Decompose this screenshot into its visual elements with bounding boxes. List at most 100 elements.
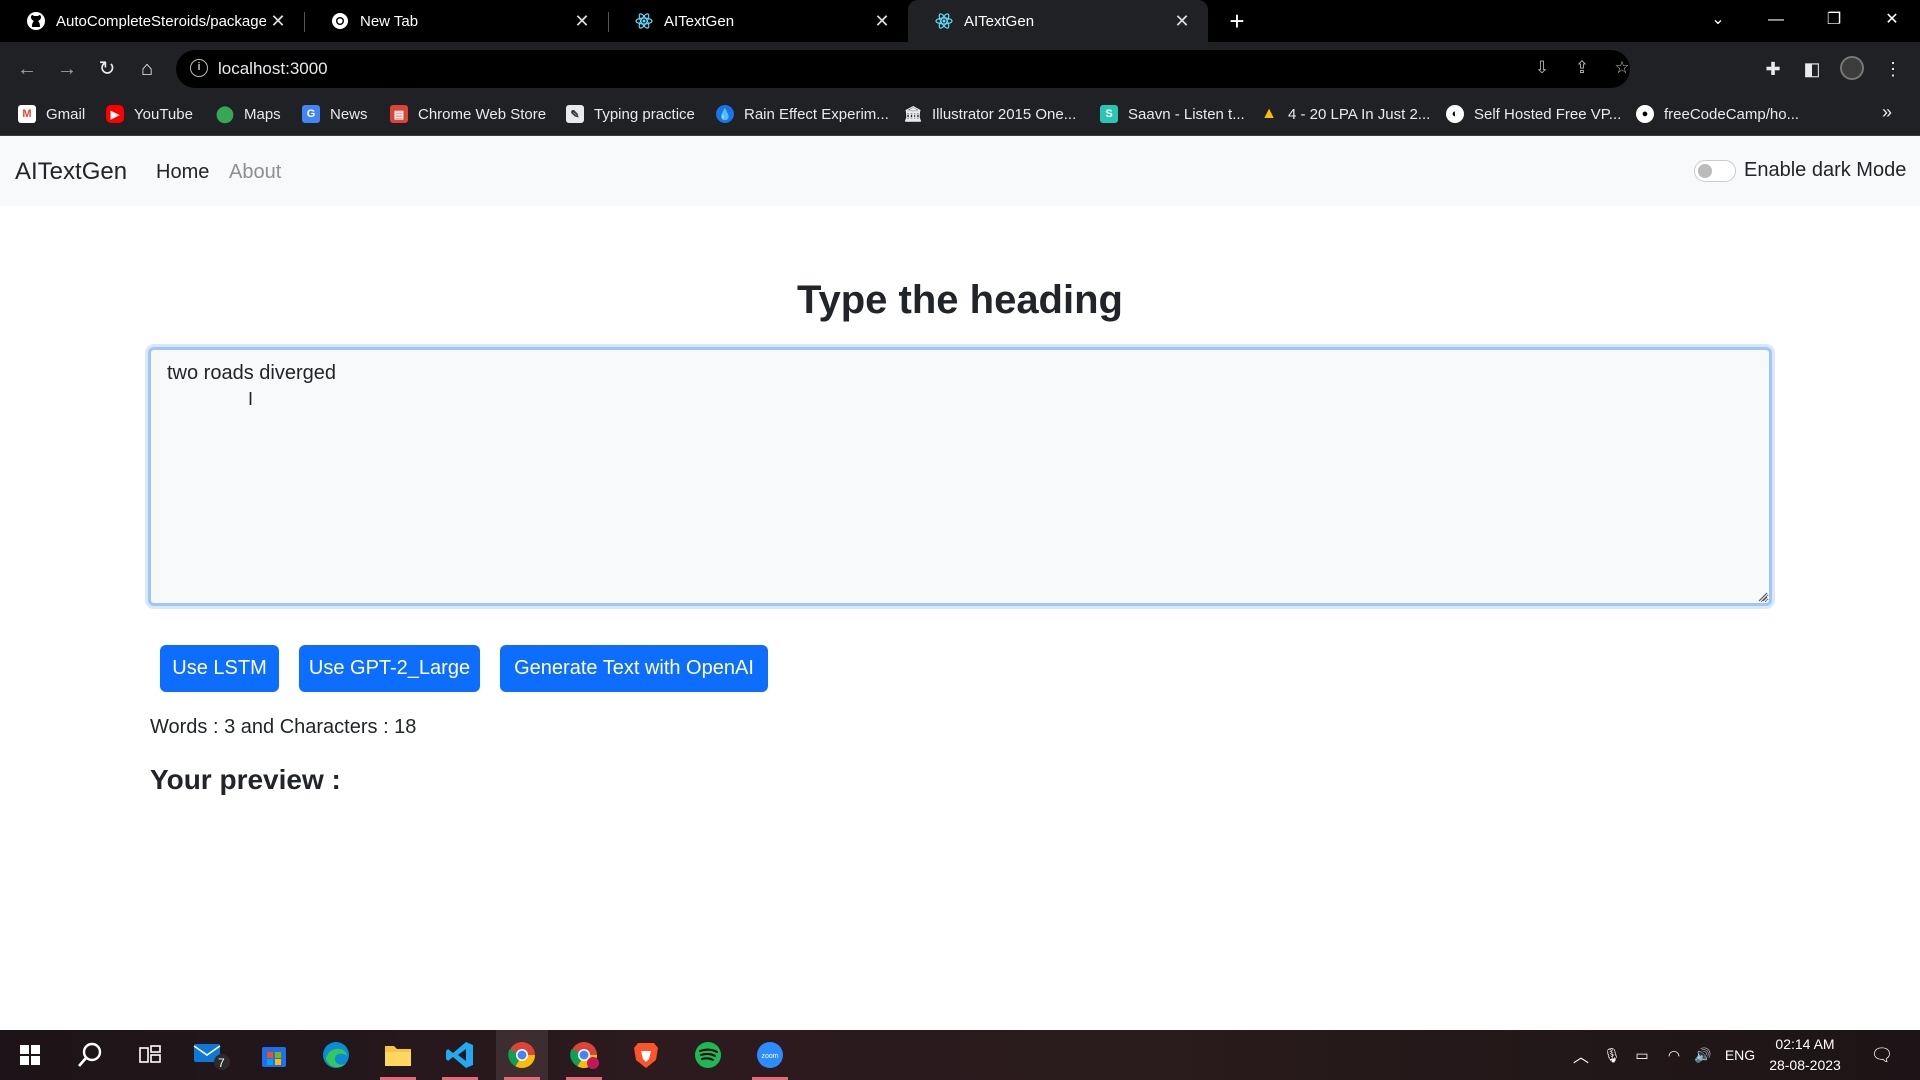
vpn-icon: ◐ <box>1446 105 1464 123</box>
profile-avatar[interactable] <box>1840 56 1864 80</box>
maps-icon: ⬤ <box>216 106 234 123</box>
bookmark-chrome-web-store[interactable]: ▤ Chrome Web Store <box>390 96 546 132</box>
bookmark-saavn[interactable]: S Saavn - Listen t... <box>1100 96 1245 132</box>
bookmark-lpa[interactable]: ▲ 4 - 20 LPA In Just 2... <box>1260 96 1430 132</box>
bookmark-youtube[interactable]: ▶ YouTube <box>106 96 193 132</box>
bookmark-gmail[interactable]: M Gmail <box>18 96 85 132</box>
chrome-icon <box>330 11 350 31</box>
battery-icon[interactable]: ▭ <box>1628 1030 1656 1080</box>
system-clock[interactable]: 02:14 AM 28-08-2023 <box>1765 1034 1845 1076</box>
news-icon: G <box>302 105 320 123</box>
bookmark-label: 4 - 20 LPA In Just 2... <box>1288 105 1431 123</box>
edge-icon[interactable] <box>310 1030 362 1080</box>
chrome-menu-icon[interactable]: ⋮ <box>1878 54 1908 84</box>
resize-handle-icon[interactable] <box>1756 590 1768 602</box>
nav-home-link[interactable]: Home <box>156 161 209 184</box>
address-bar[interactable]: i localhost:3000 ⇩ ⇪ ☆ <box>176 50 1630 88</box>
windows-taskbar: 7 zoom ︿ 🎙 ▭ ◠ 🔊 ENG 02:14 AM 28-08-2023… <box>0 1030 1920 1080</box>
start-icon[interactable] <box>4 1030 56 1080</box>
language-indicator[interactable]: ENG <box>1722 1030 1758 1080</box>
bookmarks-bar: M Gmail ▶ YouTube ⬤ Maps G News ▤ Chrome… <box>0 96 1920 136</box>
show-hidden-icons[interactable]: ︿ <box>1568 1030 1594 1080</box>
close-icon[interactable]: ✕ <box>266 11 290 32</box>
generate-openai-button[interactable]: Generate Text with OpenAI <box>500 645 768 692</box>
back-icon[interactable]: ← <box>10 52 44 86</box>
forward-icon[interactable]: → <box>50 52 84 86</box>
preview-heading: Your preview : <box>150 764 341 795</box>
mail-icon[interactable]: 7 <box>186 1030 238 1080</box>
notification-center-icon[interactable]: 🗨 <box>1864 1030 1900 1080</box>
youtube-icon: ▶ <box>106 105 124 123</box>
home-icon[interactable]: ⌂ <box>130 52 164 86</box>
tab-search-icon[interactable]: ⌄ <box>1690 0 1746 42</box>
extensions-icon[interactable]: ✚ <box>1758 54 1788 84</box>
toggle-knob <box>1698 164 1712 178</box>
ms-store-icon[interactable] <box>248 1030 300 1080</box>
text-input-area[interactable] <box>148 347 1772 606</box>
page-heading: Type the heading <box>797 278 1123 322</box>
drive-icon: ▲ <box>1261 105 1277 122</box>
browser-tab-active[interactable]: AITextGen ✕ <box>908 0 1208 42</box>
share-icon[interactable]: ⇪ <box>1568 58 1596 80</box>
react-icon <box>934 11 954 31</box>
dark-mode-toggle[interactable] <box>1694 160 1736 182</box>
chrome-profile-icon[interactable] <box>558 1030 610 1080</box>
browser-tab[interactable]: New Tab ✕ <box>304 0 608 42</box>
clock-date: 28-08-2023 <box>1769 1057 1841 1073</box>
install-app-icon[interactable]: ⇩ <box>1528 58 1556 80</box>
bookmark-label: Chrome Web Store <box>418 105 547 123</box>
bookmark-maps[interactable]: ⬤ Maps <box>216 96 281 132</box>
spotify-icon[interactable] <box>682 1030 734 1080</box>
browser-toolbar: ← → ↻ ⌂ i localhost:3000 ⇩ ⇪ ☆ ✚ ◧ ⋮ <box>0 42 1920 96</box>
wifi-icon[interactable]: ◠ <box>1660 1030 1688 1080</box>
search-icon[interactable] <box>64 1030 116 1080</box>
use-lstm-button[interactable]: Use LSTM <box>160 645 279 692</box>
saavn-icon: S <box>1100 105 1118 123</box>
restore-icon[interactable]: ❐ <box>1806 0 1862 42</box>
task-view-icon[interactable] <box>124 1030 176 1080</box>
tab-title: AITextGen <box>664 12 735 30</box>
bookmark-star-icon[interactable]: ☆ <box>1608 58 1636 80</box>
url-text[interactable]: localhost:3000 <box>218 59 328 79</box>
microphone-icon[interactable]: 🎙 <box>1600 1030 1624 1080</box>
github-icon: ● <box>1636 105 1654 123</box>
bookmark-label: Gmail <box>46 105 86 123</box>
webstore-icon: ▤ <box>390 105 408 123</box>
close-icon[interactable]: ✕ <box>870 11 894 32</box>
volume-icon[interactable]: 🔊 <box>1690 1030 1716 1080</box>
chrome-taskbar-icon[interactable] <box>496 1030 548 1080</box>
vscode-icon[interactable] <box>434 1030 486 1080</box>
bookmark-rain-effect[interactable]: 💧 Rain Effect Experim... <box>716 96 889 132</box>
browser-tab[interactable]: AITextGen ✕ <box>608 0 908 42</box>
bookmark-vpn[interactable]: ◐ Self Hosted Free VP... <box>1446 96 1621 132</box>
bookmark-illustrator[interactable]: 🏛 Illustrator 2015 One... <box>903 96 1077 132</box>
bookmark-label: YouTube <box>134 105 193 123</box>
bookmark-label: Typing practice <box>594 105 695 123</box>
window-close-icon[interactable]: ✕ <box>1864 0 1920 42</box>
bookmark-label: Illustrator 2015 One... <box>932 105 1077 123</box>
zoom-icon[interactable]: zoom <box>744 1030 796 1080</box>
file-explorer-icon[interactable] <box>372 1030 424 1080</box>
tab-title: AITextGen <box>964 12 1035 30</box>
tab-title: New Tab <box>360 12 419 30</box>
bookmark-freecodecamp[interactable]: ● freeCodeCamp/ho... <box>1636 96 1799 132</box>
bookmark-label: Self Hosted Free VP... <box>1474 105 1622 123</box>
brave-icon[interactable] <box>620 1030 672 1080</box>
use-gpt2-large-button[interactable]: Use GPT-2_Large <box>299 645 480 692</box>
browser-tab[interactable]: AutoCompleteSteroids/package.j ✕ <box>0 0 304 42</box>
dark-mode-label[interactable]: Enable dark Mode <box>1744 159 1906 182</box>
illustrator-icon: 🏛 <box>903 106 923 123</box>
new-tab-button[interactable]: + <box>1222 6 1252 36</box>
bookmark-typing-practice[interactable]: ✎ Typing practice <box>566 96 695 132</box>
minimize-icon[interactable]: — <box>1748 0 1804 42</box>
more-bookmarks-icon[interactable]: » <box>1882 102 1892 123</box>
reload-icon[interactable]: ↻ <box>90 52 124 86</box>
nav-about-link[interactable]: About <box>229 161 281 184</box>
site-info-icon[interactable]: i <box>190 59 208 77</box>
app-brand[interactable]: AITextGen <box>15 158 127 186</box>
side-panel-icon[interactable]: ◧ <box>1797 54 1827 84</box>
close-icon[interactable]: ✕ <box>570 11 594 32</box>
react-icon <box>634 11 654 31</box>
bookmark-news[interactable]: G News <box>302 96 368 132</box>
close-icon[interactable]: ✕ <box>1170 11 1194 32</box>
